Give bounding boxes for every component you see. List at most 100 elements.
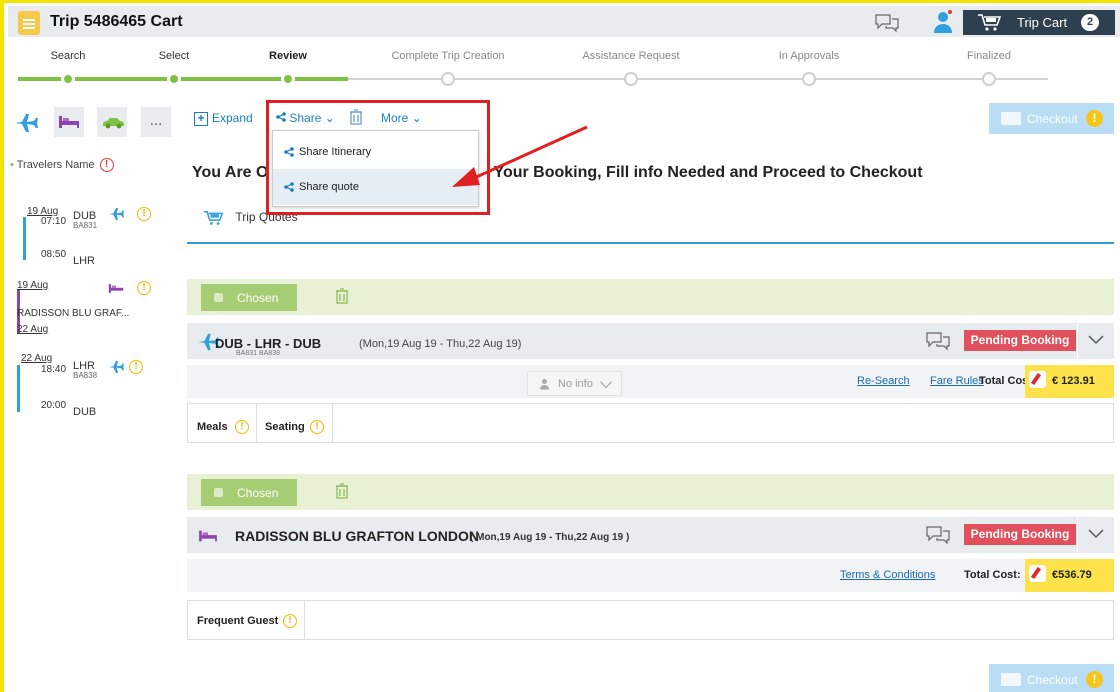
out-arrival-time: 08:50 [41,249,67,260]
checkout-label: Checkout [1027,112,1078,126]
warning-red-icon: ! [99,158,114,172]
bed-icon [108,284,124,293]
plane-icon [15,114,38,132]
step-label-5: In Approvals [778,50,840,62]
warning-icon: ! [235,420,249,434]
hotel-date-in: 19 Aug [17,280,49,291]
flight-actions-row: Re-Search Fare Rules Total Cost: € 123.9… [187,365,1114,398]
hotel-tab[interactable] [54,107,84,137]
outbound-flight-bar [23,217,26,260]
warning-icon: ! [310,420,324,434]
expand-button[interactable]: + Expand [194,111,253,126]
step-dot-4 [624,72,638,86]
checkout-label: Checkout [1027,673,1078,687]
chat-icon[interactable] [874,13,900,33]
warning-icon: ! [1086,110,1103,127]
ret-arrival-time: 20:00 [41,400,67,411]
step-label-3: Complete Trip Creation [391,50,505,62]
status-badge: Pending Booking [964,524,1076,545]
step-dot-1 [167,72,181,86]
step-label-2: Review [269,50,307,62]
research-link[interactable]: Re-Search [857,375,910,387]
chat-icon[interactable] [925,331,951,351]
checkout-button[interactable]: Checkout ! [989,103,1114,134]
total-cost-tag: €536.79 [1025,559,1114,592]
ret-time: 18:40 [41,364,67,375]
meals-label: Meals [197,421,228,433]
step-dot-2 [281,72,295,86]
step-label-4: Assistance Request [582,50,680,62]
plane-icon [108,361,124,373]
no-info-dropdown[interactable]: No info [527,371,622,396]
user-icon[interactable] [933,10,953,34]
warning-icon: ! [129,360,143,374]
trash-icon[interactable] [335,483,349,499]
hotel-choose-bar: Chosen [187,474,1114,510]
chosen-button[interactable]: Chosen [201,284,297,311]
bed-icon [59,116,79,128]
user-icon [540,379,549,390]
expand-label: Expand [212,111,253,125]
hotel-date-out: 22 Aug [17,324,49,335]
ret-to: DUB [73,406,97,418]
travelers-name-text: Travelers Name [16,158,95,171]
flight-header[interactable]: Pending Booking [187,323,1114,359]
chosen-label: Chosen [237,486,279,500]
chevron-down-icon [1088,335,1104,345]
total-cost-tag: € 123.91 [1025,365,1114,398]
hotel-info-row: Frequent Guest ! [187,600,1114,640]
chevron-down-icon [599,381,613,389]
flight-route: DUB - LHR - DUB [215,336,322,351]
out-to: LHR [73,255,96,267]
hotel-dates: ( Mon,19 Aug 19 - Thu,22 Aug 19 ) [470,532,630,543]
step-dot-0 [61,72,75,86]
chosen-button[interactable]: Chosen [201,479,297,506]
top-bar: Trip 5486465 Cart Trip Cart 2 [8,6,1120,37]
step-dot-3 [441,72,455,86]
trash-icon[interactable] [335,288,349,304]
checkout-icon [1001,673,1021,686]
trip-cart-label: Trip Cart [1017,15,1068,30]
checkout-icon [1001,112,1021,125]
hotel-actions-row: Terms & Conditions Total Cost: €536.79 [187,559,1114,592]
step-label-0: Search [50,50,86,62]
status-badge: Pending Booking [964,330,1076,351]
chat-icon[interactable] [925,525,951,545]
total-cost-value: €536.79 [1052,569,1092,581]
check-icon [214,488,223,497]
travelers-name-label: • Travelers Name! [10,158,114,172]
expand-flight-button[interactable] [1077,323,1114,359]
fare-rules-link[interactable]: Fare Rules [930,375,984,387]
total-cost-label: Total Cost: [964,569,1021,581]
chevron-down-icon [1088,529,1104,539]
page-title: Trip 5486465 Cart [50,13,183,30]
step-dot-6 [982,72,996,86]
cart-icon [978,14,1001,31]
total-cost-value: € 123.91 [1052,375,1095,387]
trip-cart-button[interactable]: Trip Cart 2 [963,10,1115,35]
step-dot-5 [802,72,816,86]
car-tab[interactable] [97,107,127,137]
plus-icon: + [194,111,208,126]
ret-date: 22 Aug [21,353,53,364]
check-icon [214,293,223,302]
expand-hotel-button[interactable] [1077,517,1114,553]
frequent-guest-label: Frequent Guest [197,615,279,627]
step-label-1: Select [158,50,190,62]
warning-icon: ! [1086,671,1103,688]
progress-stepper: Search Select Review Complete Trip Creation… [4,43,1120,91]
edit-icon[interactable] [1029,371,1046,388]
annotation-arrow-icon [452,125,588,187]
cart-document-icon [18,11,40,35]
edit-icon[interactable] [1029,565,1046,582]
out-flight-code: BA831 [73,221,98,230]
warning-icon: ! [137,281,151,295]
ret-flight-code: BA838 [73,371,98,380]
flight-tab[interactable] [10,107,40,137]
seating-label: Seating [265,421,305,433]
terms-conditions-link[interactable]: Terms & Conditions [840,569,935,581]
flight-codes: BA831 BA838 [236,350,280,357]
more-tabs-button[interactable]: ... [141,107,171,137]
divider [187,242,1114,244]
checkout-button-bottom[interactable]: Checkout ! [989,664,1114,692]
